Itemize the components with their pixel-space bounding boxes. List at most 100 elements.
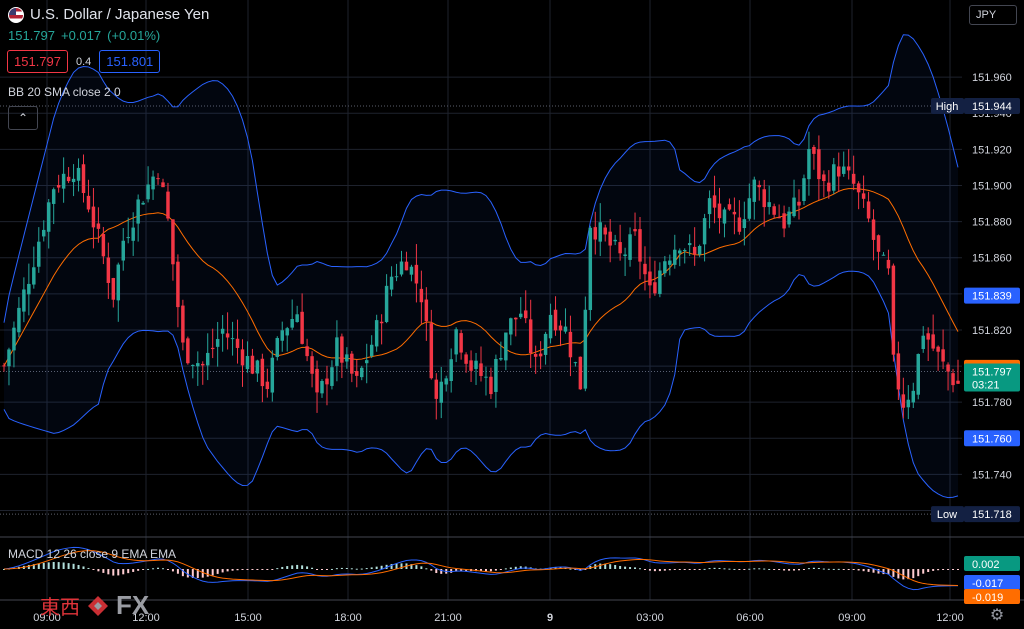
buy-button[interactable]: 151.801 (99, 50, 161, 73)
x-tick-label: 12:00 (936, 612, 964, 624)
macd-histogram-bar (902, 569, 905, 580)
macd-histogram-bar (827, 568, 830, 570)
macd-histogram-bar (793, 569, 796, 571)
collapse-indicators-button[interactable]: ⌃ (8, 106, 38, 130)
macd-histogram-bar (226, 569, 229, 572)
price-chart[interactable]: 0.002-0.017-0.019 151.960151.940151.9201… (0, 0, 1024, 629)
macd-histogram-bar (599, 563, 602, 569)
macd-histogram-bar (430, 569, 433, 571)
candle-body (553, 309, 558, 331)
candle-body (205, 352, 210, 366)
macd-histogram-bar (713, 567, 716, 569)
candle-body (757, 184, 761, 188)
candle-body (429, 323, 434, 379)
candle-body (61, 173, 66, 189)
bb-upper-label: 151.839 (972, 291, 1012, 303)
macd-histogram-bar (773, 569, 776, 570)
candle-body (906, 399, 911, 408)
candle-body (638, 229, 642, 262)
countdown-label: 03:21 (972, 379, 1000, 391)
candle-body (777, 217, 781, 219)
macd-histogram-bar (862, 569, 865, 572)
macd-histogram-bar (176, 569, 179, 574)
candle-body (181, 305, 185, 343)
candle-body (563, 326, 568, 332)
candle-body (409, 266, 414, 275)
candle-body (305, 346, 309, 357)
candle-body (27, 283, 31, 295)
candle-body (727, 204, 732, 210)
macd-histogram-bar (301, 565, 304, 569)
watermark-fx: FX (116, 590, 150, 620)
gear-icon[interactable]: ⚙ (988, 606, 1006, 624)
candle-body (146, 184, 150, 200)
candle-body (583, 309, 588, 389)
macd-histogram-bar (395, 563, 398, 569)
candle-body (787, 211, 791, 225)
candle-body (837, 166, 841, 177)
currency-selector[interactable]: JPY (969, 5, 1017, 25)
candle-body (742, 219, 747, 229)
candle-body (861, 193, 866, 199)
candle-body (538, 353, 543, 357)
macd-histogram-bar (932, 569, 935, 571)
candle-body (941, 349, 945, 362)
candle-body (851, 173, 856, 184)
time-axis: 09:00 12:00 15:00 18:00 21:00 9 03:00 06:00 09:0… (33, 612, 964, 624)
bb-indicator-label[interactable]: BB 20 SMA close 2 0 (8, 85, 121, 99)
candle-body (290, 319, 294, 328)
macd-histogram-bar (72, 563, 75, 569)
candle-body (464, 354, 468, 364)
candle-body (499, 358, 503, 360)
macd-histogram-bar (380, 565, 383, 569)
macd-histogram-bar (937, 569, 940, 571)
candle-body (2, 365, 6, 367)
macd-histogram-bar (107, 569, 110, 575)
macd-histogram-bar (817, 567, 820, 569)
macd-histogram-bar (619, 565, 622, 569)
macd-histogram-bar (768, 568, 771, 570)
candle-body (126, 237, 130, 239)
candle-body (66, 176, 71, 182)
candle-body (469, 360, 473, 371)
y-tick-label: 151.860 (972, 253, 1012, 265)
macd-histogram-bar (266, 569, 269, 570)
candle-body (459, 333, 463, 353)
candle-body (414, 264, 419, 284)
candle-body (260, 358, 265, 387)
macd-histogram-bar (162, 568, 164, 570)
macd-histogram-bar (221, 569, 224, 573)
candle-body (514, 317, 518, 320)
candle-body (707, 198, 712, 215)
macd-indicator-label[interactable]: MACD 12 26 close 9 EMA EMA (8, 547, 176, 561)
macd-histogram-bar (668, 569, 671, 571)
candle-body (340, 336, 344, 363)
candle-body (255, 360, 260, 374)
chart-stage[interactable]: 0.002 -0.017 -0.019 151.960 151.940 151.920 1… (0, 0, 1024, 629)
candle-body (519, 313, 523, 318)
candle-body (439, 381, 443, 403)
macd-histogram-bar (683, 569, 686, 570)
macd-histogram-bar (276, 568, 279, 570)
us-flag-icon (8, 6, 24, 23)
macd-histogram-bar (345, 567, 348, 569)
candle-body (494, 358, 498, 392)
sell-button[interactable]: 151.797 (7, 50, 68, 73)
candle-body (936, 346, 940, 352)
symbol-header[interactable]: U.S. Dollar / Japanese Yen (8, 6, 209, 23)
macd-histogram-bar (241, 569, 244, 570)
candle-body (156, 178, 160, 180)
macd-histogram-bar (753, 568, 756, 570)
macd-histogram-bar (569, 568, 572, 570)
candle-body (374, 320, 379, 347)
spread-value: 0.4 (76, 55, 92, 68)
macd-histogram-bar (802, 569, 805, 570)
macd-histogram-bar (778, 569, 781, 571)
candle-body (792, 197, 796, 217)
y-tick-label: 151.780 (972, 397, 1012, 409)
candle-body (384, 285, 389, 322)
macd-histogram-bar (693, 569, 696, 570)
macd-histogram-bar (77, 564, 80, 569)
macd-histogram-bar (763, 568, 766, 570)
macd-histogram-bar (927, 569, 930, 573)
